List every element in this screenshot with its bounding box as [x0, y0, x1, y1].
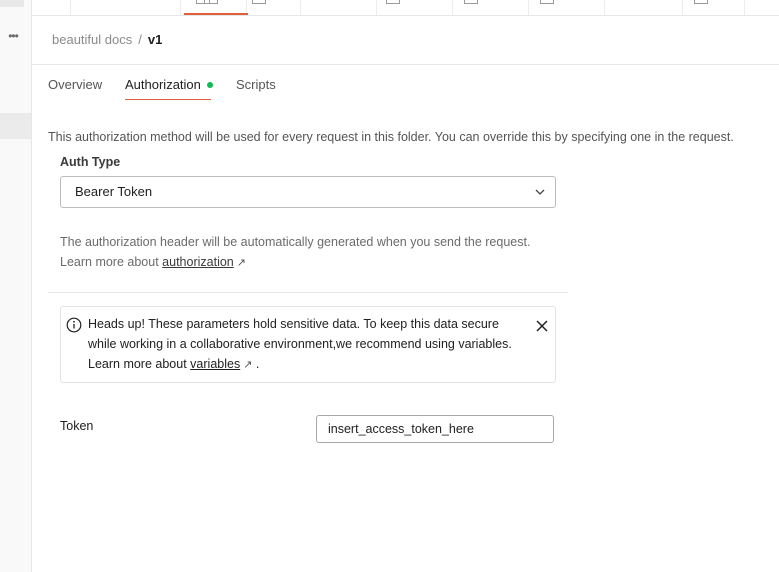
auth-type-value: Bearer Token [75, 184, 153, 199]
auth-learn-more: Learn more about authorization ↗ [60, 252, 560, 273]
auth-type-label: Auth Type [60, 155, 121, 169]
close-icon[interactable] [535, 319, 549, 333]
tab-strip-item[interactable] [606, 0, 683, 15]
tab-icon [464, 0, 478, 4]
section-divider [48, 292, 568, 293]
tab-strip-item[interactable] [72, 0, 210, 15]
tab-strip-item[interactable] [378, 0, 453, 15]
alert-message: Heads up! These parameters hold sensitiv… [88, 317, 512, 351]
sidebar-top-item[interactable] [0, 0, 24, 7]
header-divider [32, 64, 779, 65]
chevron-down-icon [535, 189, 545, 195]
breadcrumb: beautiful docs / v1 [52, 32, 162, 48]
auth-description: This authorization method will be used f… [48, 130, 734, 144]
alert-learn-more-prefix: Learn more about [88, 357, 187, 371]
token-input[interactable] [316, 415, 554, 443]
active-tab-indicator [184, 13, 248, 15]
tab-strip-item[interactable] [530, 0, 605, 15]
external-link-icon: ↗ [243, 359, 253, 371]
token-label: Token [60, 419, 94, 433]
tab-strip-item[interactable] [746, 0, 779, 15]
tab-icon [694, 0, 708, 4]
tab-overview[interactable]: Overview [48, 76, 102, 94]
auth-help-line: The authorization header will be automat… [60, 235, 531, 249]
tab-icon [386, 0, 400, 4]
authorization-doc-link[interactable]: authorization [162, 255, 234, 269]
tab-icon [252, 0, 266, 4]
tab-icon [204, 0, 218, 4]
request-tab-bar [32, 0, 779, 16]
info-icon [66, 317, 82, 333]
breadcrumb-separator: / [138, 32, 142, 47]
auth-help-text: The authorization header will be automat… [60, 232, 560, 273]
more-horizontal-icon[interactable]: ••• [3, 26, 23, 46]
alert-text: Heads up! These parameters hold sensitiv… [88, 314, 528, 375]
sidebar-selected-item[interactable] [0, 113, 31, 139]
tab-scripts[interactable]: Scripts [236, 76, 276, 94]
tab-overview-label: Overview [48, 77, 103, 92]
sensitive-data-alert: Heads up! These parameters hold sensitiv… [60, 306, 556, 383]
breadcrumb-parent[interactable]: beautiful docs [52, 32, 132, 47]
external-link-icon: ↗ [236, 257, 246, 269]
variables-doc-link[interactable]: variables [190, 357, 240, 371]
left-sidebar-strip: ••• [0, 0, 32, 572]
tab-strip-item[interactable] [248, 0, 301, 15]
tab-strip-item[interactable] [302, 0, 377, 15]
tab-icon [540, 0, 554, 4]
active-status-dot [206, 81, 213, 88]
alert-suffix: . [255, 357, 260, 371]
auth-type-select[interactable]: Bearer Token [60, 176, 556, 208]
tab-strip-item[interactable] [32, 0, 71, 15]
selected-tab-underline [125, 99, 211, 100]
tab-scripts-label: Scripts [236, 77, 276, 92]
tab-strip-item[interactable] [684, 0, 745, 15]
learn-more-prefix: Learn more about [60, 255, 159, 269]
tab-strip-item[interactable] [454, 0, 529, 15]
tab-authorization[interactable]: Authorization [125, 76, 213, 94]
tab-authorization-label: Authorization [125, 77, 201, 92]
breadcrumb-current[interactable]: v1 [148, 32, 162, 47]
